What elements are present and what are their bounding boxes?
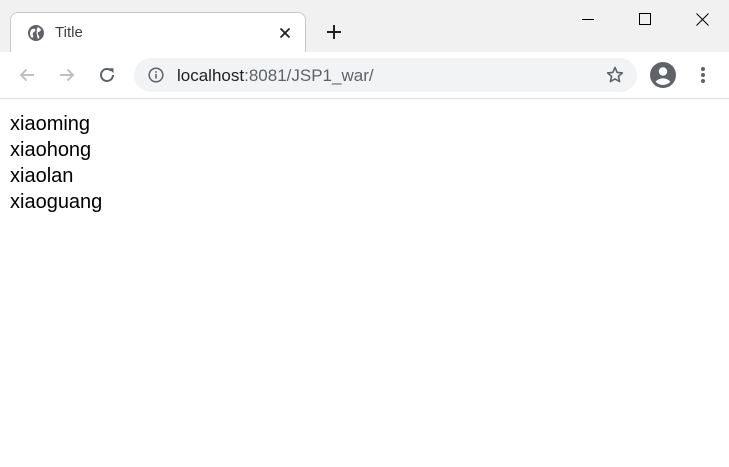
minimize-button[interactable] <box>574 6 602 32</box>
forward-arrow-icon <box>60 68 75 82</box>
list-item: xiaolan <box>10 165 74 187</box>
tab-strip: Title <box>0 0 729 52</box>
name-list: xiaoming xiaohong xiaolan xiaoguang <box>10 111 102 215</box>
reload-button[interactable] <box>95 63 119 87</box>
reload-icon <box>100 68 114 82</box>
globe-icon <box>28 25 44 41</box>
close-icon <box>279 27 291 39</box>
tab-close-button[interactable] <box>275 23 295 43</box>
browser-toolbar: localhost:8081/JSP1_war/ <box>0 52 729 99</box>
list-item: xiaohong <box>10 139 92 161</box>
star-icon[interactable] <box>606 66 624 84</box>
info-icon[interactable] <box>148 67 164 83</box>
list-item: xiaoming <box>10 113 91 135</box>
page-content: xiaoming xiaohong xiaolan xiaoguang <box>0 99 729 467</box>
tab-title: Title <box>55 24 83 41</box>
minimize-icon <box>582 19 594 20</box>
url-host: localhost <box>177 66 245 85</box>
more-menu-button[interactable] <box>693 63 713 87</box>
more-vert-icon <box>701 67 705 83</box>
tab-active[interactable]: Title <box>10 12 306 52</box>
address-bar[interactable]: localhost:8081/JSP1_war/ <box>134 58 637 92</box>
new-tab-button[interactable] <box>322 20 346 44</box>
close-icon <box>695 12 709 26</box>
window-close-button[interactable] <box>688 6 716 32</box>
plus-icon <box>327 25 341 39</box>
back-arrow-icon <box>19 68 34 82</box>
maximize-icon <box>639 13 651 25</box>
browser-window: Title localhost:8081/JSP1_war/ xiaoming … <box>0 0 729 467</box>
url-path: :8081/JSP1_war/ <box>244 66 374 85</box>
list-item: xiaoguang <box>10 191 103 213</box>
profile-icon[interactable] <box>649 61 677 89</box>
back-button[interactable] <box>15 63 39 87</box>
forward-button[interactable] <box>55 63 79 87</box>
maximize-button[interactable] <box>631 6 659 32</box>
url-text: localhost:8081/JSP1_war/ <box>177 66 374 86</box>
